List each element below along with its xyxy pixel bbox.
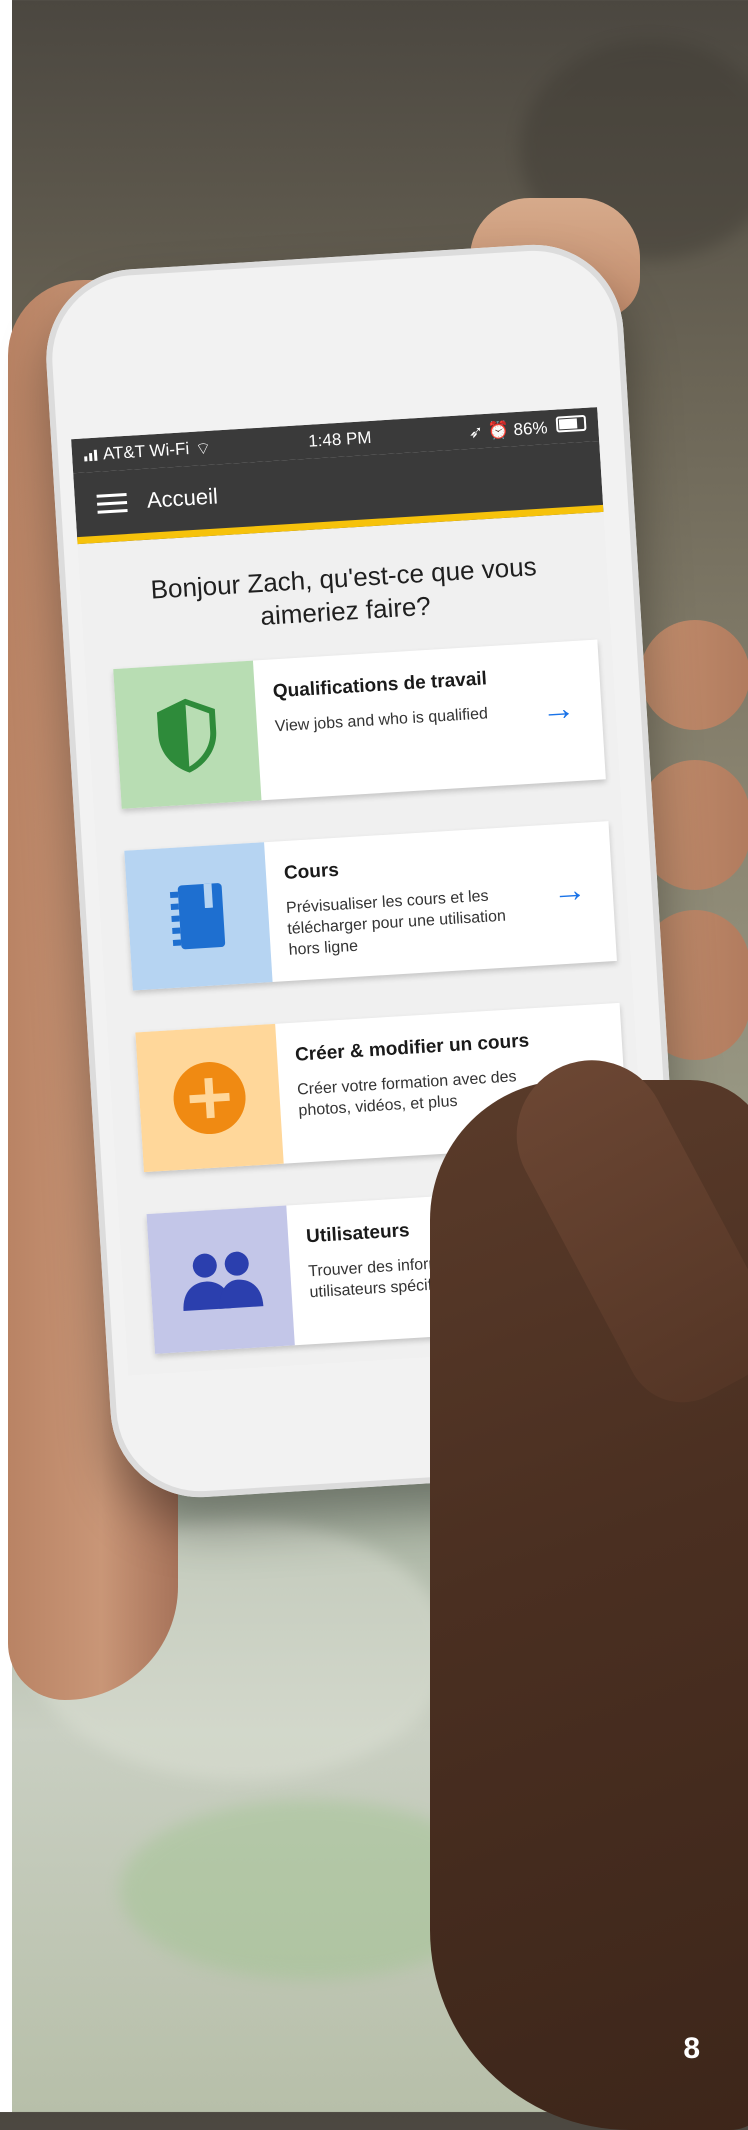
arrow-right-icon[interactable]: → — [551, 870, 587, 911]
card-icon-tile — [146, 1205, 295, 1354]
card-courses[interactable]: Cours Prévisualiser les cours et les tél… — [124, 820, 617, 991]
battery-label: 86% — [512, 417, 549, 439]
card-description: View jobs and who is qualified — [274, 705, 489, 736]
card-description: Prévisualiser les cours et les télécharg… — [285, 887, 507, 959]
battery-icon — [555, 414, 587, 433]
card-icon-tile — [124, 841, 273, 991]
wifi-icon: ⌔ — [194, 438, 212, 459]
card-title: Qualifications de travail — [272, 667, 488, 702]
page-title: Accueil — [146, 483, 219, 513]
carrier-label: AT&T Wi-Fi — [102, 439, 190, 464]
card-title: Créer & modifier un cours — [294, 1029, 530, 1066]
signal-icon — [84, 449, 98, 461]
card-icon-tile — [135, 1023, 284, 1172]
arrow-right-icon[interactable]: → — [540, 689, 576, 730]
alarm-icon: ⏰ — [487, 420, 510, 441]
users-icon — [183, 1251, 264, 1311]
card-icon-tile — [113, 660, 262, 809]
clock-label: 1:48 PM — [307, 427, 373, 451]
add-circle-icon — [173, 1061, 246, 1134]
card-qualifications[interactable]: Qualifications de travail View jobs and … — [113, 639, 606, 809]
menu-icon[interactable] — [96, 492, 128, 514]
location-icon: ➶ — [468, 421, 484, 442]
card-title: Cours — [283, 859, 340, 884]
finger — [640, 620, 748, 730]
page-number: 8 — [683, 2032, 700, 2065]
shield-icon — [156, 698, 217, 773]
book-icon — [169, 882, 226, 949]
